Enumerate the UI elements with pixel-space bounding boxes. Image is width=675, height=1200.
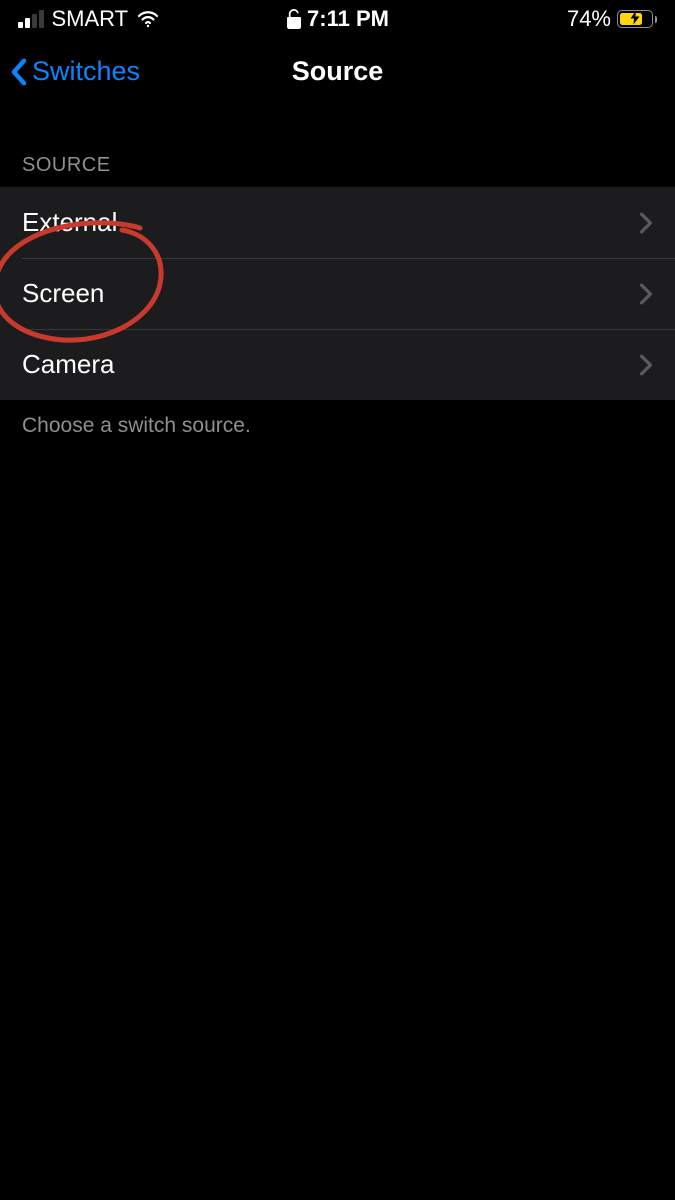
row-label: Screen bbox=[22, 278, 104, 309]
chevron-left-icon bbox=[8, 57, 30, 87]
signal-strength-icon bbox=[18, 10, 44, 28]
status-right: 74% bbox=[567, 6, 657, 32]
charging-bolt-icon bbox=[631, 11, 640, 28]
source-table: External Screen Camera bbox=[0, 187, 675, 400]
row-screen[interactable]: Screen bbox=[0, 258, 675, 329]
battery-icon bbox=[617, 10, 657, 28]
row-camera[interactable]: Camera bbox=[0, 329, 675, 400]
back-button[interactable]: Switches bbox=[0, 56, 140, 87]
status-left: SMART bbox=[18, 6, 160, 32]
clock-time: 7:11 PM bbox=[307, 6, 389, 32]
row-label: Camera bbox=[22, 349, 114, 380]
status-bar: SMART 7:11 PM 74% bbox=[0, 0, 675, 38]
chevron-right-icon bbox=[639, 354, 653, 376]
row-external[interactable]: External bbox=[0, 187, 675, 258]
section-footer: Choose a switch source. bbox=[0, 400, 675, 452]
nav-bar: Switches Source bbox=[0, 38, 675, 106]
page-title: Source bbox=[292, 56, 384, 87]
lock-open-icon bbox=[286, 9, 301, 29]
chevron-right-icon bbox=[639, 283, 653, 305]
chevron-right-icon bbox=[639, 212, 653, 234]
wifi-icon bbox=[136, 7, 160, 31]
back-label: Switches bbox=[32, 56, 140, 87]
row-label: External bbox=[22, 207, 117, 238]
battery-percent-label: 74% bbox=[567, 6, 611, 32]
carrier-label: SMART bbox=[52, 6, 129, 32]
section-header-source: Source bbox=[0, 106, 675, 187]
status-center: 7:11 PM bbox=[286, 6, 389, 32]
